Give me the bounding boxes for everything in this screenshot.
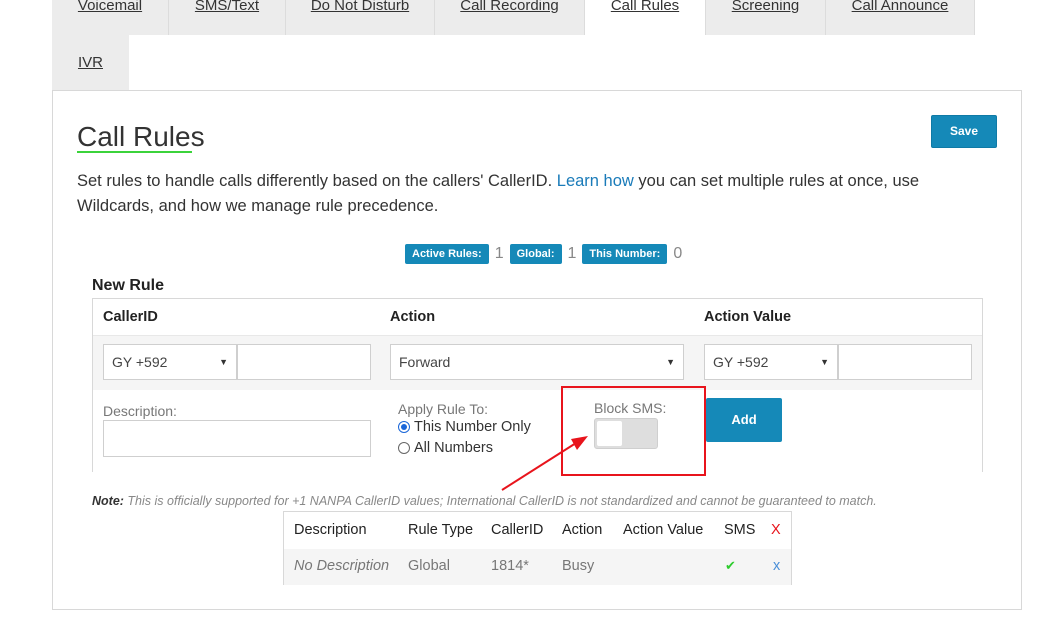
tab-sms-text[interactable]: SMS/Text <box>169 0 286 35</box>
radio-unselected-icon <box>398 442 410 454</box>
global-rules-count: 1 <box>567 245 577 262</box>
action-column-header: Action <box>390 309 436 325</box>
chevron-down-icon: ▼ <box>666 357 675 367</box>
new-rule-options-row: Description: Apply Rule To: This Number … <box>93 390 982 472</box>
header-sms: SMS <box>724 522 756 538</box>
row-rule-type: Global <box>408 558 450 574</box>
global-rules-badge: Global: <box>509 244 562 264</box>
header-action-value: Action Value <box>623 522 704 538</box>
title-underline <box>77 151 192 153</box>
highlight-box <box>561 386 706 476</box>
new-rule-form: CallerID Action Action Value GY +592 ▼ F… <box>92 298 983 472</box>
description-label: Description: <box>103 403 177 419</box>
header-action: Action <box>562 522 603 538</box>
header-callerid: CallerID <box>491 522 544 538</box>
radio-all-numbers-label: All Numbers <box>414 440 493 456</box>
tab-call-recording[interactable]: Call Recording <box>435 0 585 35</box>
delete-row-icon[interactable]: x <box>773 558 780 574</box>
callerid-note: Note: This is officially supported for +… <box>92 494 877 508</box>
tab-call-rules[interactable]: Call Rules <box>585 0 706 35</box>
rule-counts: Active Rules: 1 Global: 1 This Number: 0 <box>405 243 688 265</box>
action-value-country-select[interactable]: GY +592 ▼ <box>704 344 838 380</box>
active-rules-count: 1 <box>494 245 504 262</box>
call-rules-panel: Call Rules Save Set rules to handle call… <box>52 90 1022 610</box>
action-value-country-value: GY +592 <box>713 354 769 370</box>
this-number-count: 0 <box>673 245 683 262</box>
tab-screening[interactable]: Screening <box>706 0 826 35</box>
action-value-number-input[interactable] <box>838 344 972 380</box>
callerid-column-header: CallerID <box>103 309 158 325</box>
action-select[interactable]: Forward ▼ <box>390 344 684 380</box>
delete-all-icon[interactable]: X <box>771 522 781 538</box>
callerid-number-input[interactable] <box>237 344 371 380</box>
learn-how-link[interactable]: Learn how <box>557 172 634 190</box>
radio-selected-icon <box>398 421 410 433</box>
tab-do-not-disturb[interactable]: Do Not Disturb <box>286 0 435 35</box>
header-rule-type: Rule Type <box>408 522 474 538</box>
rules-table: Description Rule Type CallerID Action Ac… <box>283 511 792 585</box>
radio-this-number-only[interactable]: This Number Only <box>398 419 531 435</box>
row-description: No Description <box>294 558 390 574</box>
action-value-column-header: Action Value <box>704 309 792 325</box>
check-icon: ✔ <box>725 558 736 573</box>
chevron-down-icon: ▼ <box>820 357 829 367</box>
header-description: Description <box>294 522 367 538</box>
this-number-badge: This Number: <box>582 244 668 264</box>
action-select-value: Forward <box>399 354 451 370</box>
note-label: Note: <box>92 494 124 508</box>
new-rule-heading: New Rule <box>92 277 165 294</box>
description-text-start: Set rules to handle calls differently ba… <box>77 172 557 190</box>
row-action: Busy <box>562 558 595 574</box>
save-button[interactable]: Save <box>931 115 997 148</box>
tab-voicemail[interactable]: Voicemail <box>52 0 169 35</box>
callerid-country-value: GY +592 <box>112 354 168 370</box>
apply-rule-label: Apply Rule To: <box>398 401 489 417</box>
radio-this-number-label: This Number Only <box>414 419 531 435</box>
new-rule-header: CallerID Action Action Value <box>93 299 982 336</box>
callerid-country-select[interactable]: GY +592 ▼ <box>103 344 237 380</box>
row-callerid: 1814* <box>491 558 529 574</box>
page-title: Call Rules <box>77 121 205 152</box>
tab-ivr[interactable]: IVR <box>52 35 129 90</box>
add-rule-button[interactable]: Add <box>706 398 782 442</box>
page-description: Set rules to handle calls differently ba… <box>77 169 957 219</box>
rules-table-header: Description Rule Type CallerID Action Ac… <box>284 512 791 549</box>
radio-all-numbers[interactable]: All Numbers <box>398 440 493 456</box>
note-text: This is officially supported for +1 NANP… <box>123 494 877 508</box>
active-rules-badge: Active Rules: <box>405 244 489 264</box>
new-rule-inputs-row: GY +592 ▼ Forward ▼ GY +592 ▼ <box>93 336 982 390</box>
table-row: No Description Global 1814* Busy ✔ x <box>284 549 791 585</box>
tab-call-announce[interactable]: Call Announce <box>826 0 975 35</box>
description-input[interactable] <box>103 420 371 457</box>
chevron-down-icon: ▼ <box>219 357 228 367</box>
